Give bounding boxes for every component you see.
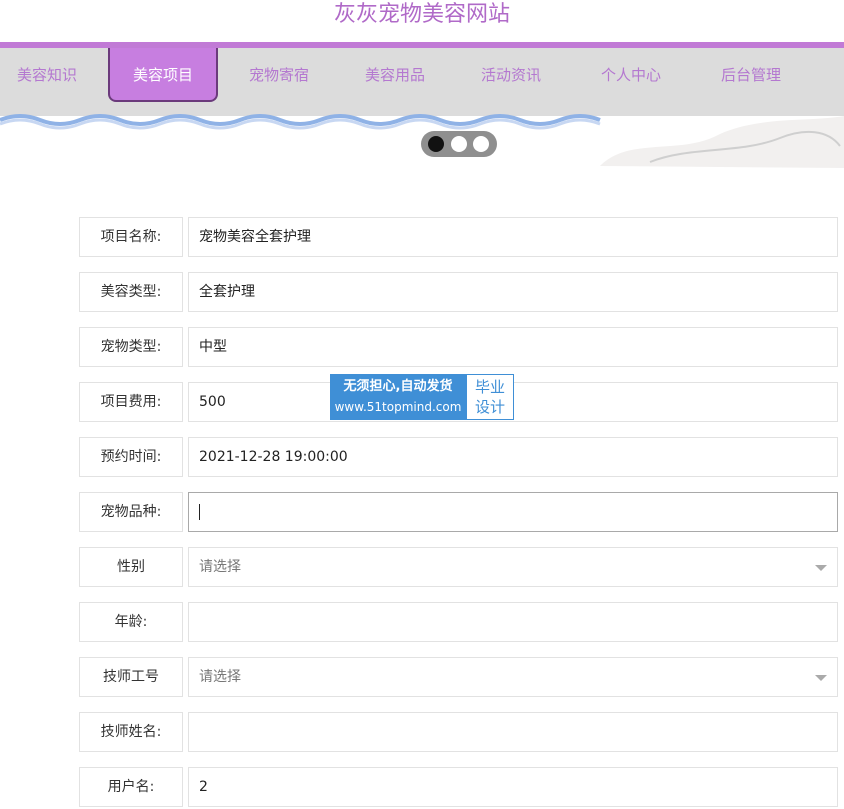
form-row-gender: 性别 请选择: [79, 547, 839, 589]
form-row-beauty-type: 美容类型: 全套护理: [79, 272, 839, 314]
pet-breed-input[interactable]: [188, 492, 838, 532]
age-label: 年龄:: [79, 602, 183, 642]
appointment-time-field[interactable]: 2021-12-28 19:00:00: [188, 437, 838, 477]
form-row-appointment-time: 预约时间: 2021-12-28 19:00:00: [79, 437, 839, 479]
site-title: 灰灰宠物美容网站: [333, 2, 510, 27]
form-row-technician-id: 技师工号 请选择: [79, 657, 839, 699]
nav-item-news[interactable]: 活动资讯: [462, 48, 560, 102]
beauty-type-field[interactable]: 全套护理: [188, 272, 838, 312]
pet-type-label: 宠物类型:: [79, 327, 183, 367]
watermark-badge-top: 毕业: [474, 378, 505, 396]
username-field[interactable]: 2: [188, 767, 838, 807]
carousel-dot-2[interactable]: [451, 136, 467, 152]
technician-id-label: 技师工号: [79, 657, 183, 697]
watermark-text: 无须担心,自动发货 www.51topmind.com: [331, 375, 465, 419]
project-name-label: 项目名称:: [79, 217, 183, 257]
nav-item-beauty-projects[interactable]: 美容项目: [108, 48, 218, 102]
pet-breed-label: 宠物品种:: [79, 492, 183, 532]
watermark-banner: 无须担心,自动发货 www.51topmind.com 毕业 设计: [330, 374, 514, 420]
main-nav: 美容知识 美容项目 宠物寄宿 美容用品 活动资讯 个人中心 后台管理: [0, 48, 844, 116]
carousel-dot-3[interactable]: [473, 136, 489, 152]
nav-item-personal-center[interactable]: 个人中心: [582, 48, 680, 102]
form-row-technician-name: 技师姓名:: [79, 712, 839, 754]
banner-cloud-decoration: [600, 116, 844, 168]
appointment-time-label: 预约时间:: [79, 437, 183, 477]
username-label: 用户名:: [79, 767, 183, 807]
gender-select[interactable]: 请选择: [188, 547, 838, 587]
form-row-username: 用户名: 2: [79, 767, 839, 809]
text-caret: [199, 504, 200, 520]
watermark-badge: 毕业 设计: [467, 375, 513, 419]
project-fee-label: 项目费用:: [79, 382, 183, 422]
age-input[interactable]: [188, 602, 838, 642]
technician-name-label: 技师姓名:: [79, 712, 183, 752]
pet-type-field[interactable]: 中型: [188, 327, 838, 367]
technician-name-input[interactable]: [188, 712, 838, 752]
carousel-dot-1[interactable]: [428, 136, 444, 152]
technician-id-select[interactable]: 请选择: [188, 657, 838, 697]
form-row-age: 年龄:: [79, 602, 839, 644]
chevron-down-icon: [815, 565, 827, 571]
nav-item-admin[interactable]: 后台管理: [702, 48, 800, 102]
form-row-pet-breed: 宠物品种:: [79, 492, 839, 534]
technician-id-select-value: 请选择: [199, 669, 241, 685]
watermark-badge-bottom: 设计: [474, 398, 505, 416]
nav-item-beauty-supplies[interactable]: 美容用品: [346, 48, 444, 102]
watermark-line2: www.51topmind.com: [334, 400, 462, 414]
chevron-down-icon: [815, 675, 827, 681]
carousel-indicator: [421, 131, 497, 157]
watermark-line1: 无须担心,自动发货: [343, 379, 453, 394]
form-row-project-name: 项目名称: 宠物美容全套护理: [79, 217, 839, 259]
beauty-type-label: 美容类型:: [79, 272, 183, 312]
project-name-field[interactable]: 宠物美容全套护理: [188, 217, 838, 257]
gender-select-value: 请选择: [199, 559, 241, 575]
nav-item-pet-boarding[interactable]: 宠物寄宿: [230, 48, 328, 102]
form-row-pet-type: 宠物类型: 中型: [79, 327, 839, 369]
nav-item-beauty-knowledge[interactable]: 美容知识: [0, 48, 94, 102]
gender-label: 性别: [79, 547, 183, 587]
